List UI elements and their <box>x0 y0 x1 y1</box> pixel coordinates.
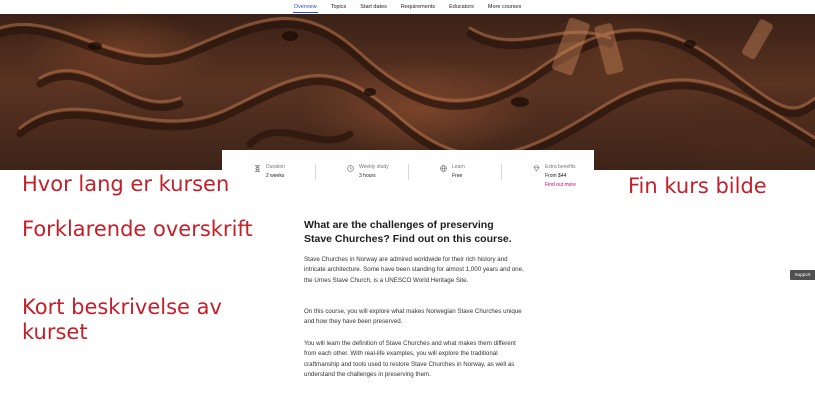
description-paragraph-3: You will learn the definition of Stave C… <box>304 340 516 379</box>
clock-icon <box>347 165 354 172</box>
stat-learn: Learn Free <box>408 164 501 180</box>
stat-duration: Duration 2 weeks <box>222 164 315 179</box>
stat-learn-label: Learn <box>452 164 465 170</box>
tab-topics[interactable]: Topics <box>330 0 348 14</box>
course-tabs-nav: Overview Topics Start dates Requirements… <box>0 0 815 14</box>
tab-requirements[interactable]: Requirements <box>400 0 436 14</box>
stat-weekly-label: Weekly study <box>359 164 389 170</box>
stat-extra-benefits: Extra benefits From $44 Find out more <box>501 164 594 188</box>
hero-image <box>0 14 815 170</box>
diamond-icon <box>533 165 540 172</box>
carved-wood-pattern <box>0 16 815 165</box>
stat-extra-value: From $44 <box>545 173 567 179</box>
stat-learn-value: Free <box>452 173 463 179</box>
globe-icon <box>440 165 447 172</box>
tab-overview[interactable]: Overview <box>292 0 318 14</box>
tab-start-dates[interactable]: Start dates <box>359 0 388 14</box>
hourglass-icon <box>255 165 260 172</box>
tab-educators[interactable]: Educators <box>448 0 475 14</box>
annotation-description-line1: Kort beskrivelse av <box>22 295 222 319</box>
annotation-duration: Hvor lang er kursen <box>22 172 230 196</box>
description-paragraph-1: Stave Churches in Norway are admired wor… <box>304 256 524 284</box>
find-out-more-link[interactable]: Find out more <box>545 182 576 188</box>
stat-extra-label: Extra benefits <box>545 164 576 170</box>
stat-duration-label: Duration <box>266 164 285 170</box>
annotation-image: Fin kurs bilde <box>628 174 767 198</box>
description-paragraph-2: On this course, you will explore what ma… <box>304 308 522 326</box>
annotation-heading: Forklarende overskrift <box>22 217 253 241</box>
course-stats-card: Duration 2 weeks Weekly study 3 hours Le… <box>222 150 594 194</box>
stat-weekly-value: 3 hours <box>359 173 376 179</box>
annotation-description-line2: kurset <box>22 320 88 344</box>
support-button[interactable]: Support <box>790 270 815 280</box>
stat-weekly-study: Weekly study 3 hours <box>315 164 408 180</box>
stat-duration-value: 2 weeks <box>266 173 285 179</box>
course-heading: What are the challenges of preserving St… <box>304 219 512 245</box>
tab-more-courses[interactable]: More courses <box>487 0 522 14</box>
